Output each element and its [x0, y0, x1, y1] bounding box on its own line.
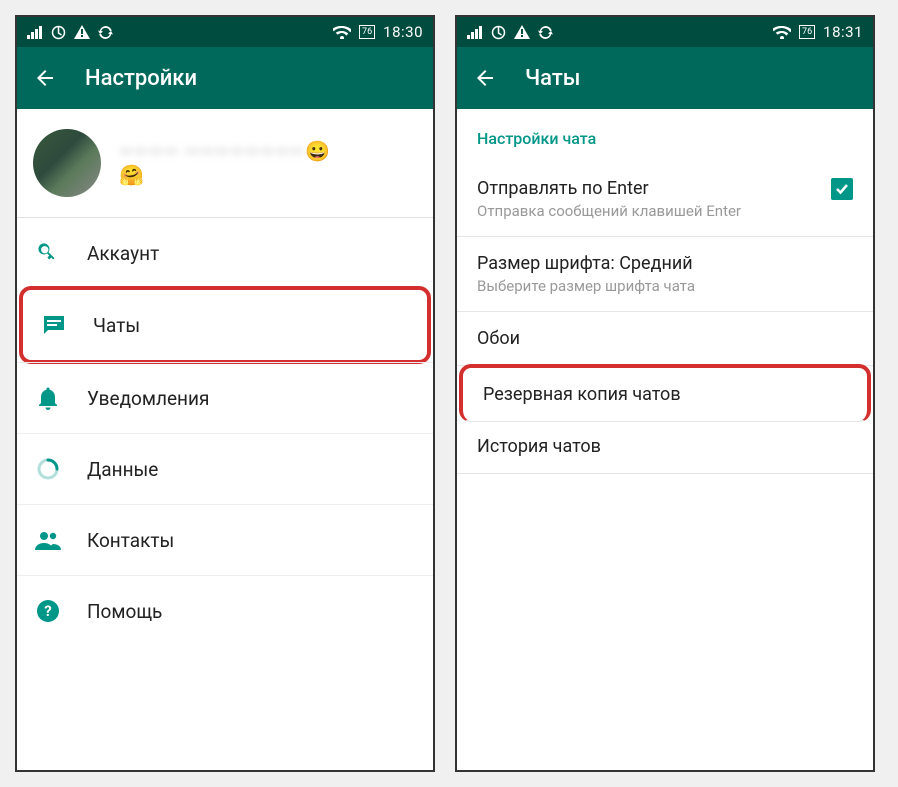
setting-history[interactable]: История чатов: [457, 420, 873, 474]
menu-label: Помощь: [87, 600, 162, 623]
svg-text:?: ?: [44, 602, 51, 620]
statusbar-time: 18:31: [823, 23, 863, 41]
battery-level: 76: [802, 28, 812, 37]
status-icon-1: [51, 25, 66, 40]
statusbar: 76 18:30: [17, 17, 433, 47]
appbar-title: Чаты: [525, 66, 581, 91]
help-icon: ?: [35, 598, 61, 624]
statusbar: 76 18:31: [457, 17, 873, 47]
contacts-icon: [35, 527, 61, 553]
setting-title: Обои: [477, 328, 853, 349]
chat-icon: [41, 312, 67, 338]
menu-label: Данные: [87, 458, 158, 481]
setting-wallpaper[interactable]: Обои: [457, 312, 873, 366]
setting-title: Отправлять по Enter: [477, 178, 741, 199]
menu-item-notifications[interactable]: Уведомления: [17, 362, 433, 433]
data-usage-icon: [35, 456, 61, 482]
profile-name: ———— ————————😀 🤗: [119, 139, 417, 187]
menu-item-help[interactable]: ? Помощь: [17, 575, 433, 646]
phone-settings: 76 18:30 Настройки ———— ————————😀 🤗 Акка…: [15, 15, 435, 772]
bell-icon: [35, 385, 61, 411]
warning-icon: [74, 25, 90, 39]
profile-row[interactable]: ———— ————————😀 🤗: [17, 109, 433, 218]
phone-chats-settings: 76 18:31 Чаты Настройки чата Отправлять …: [455, 15, 875, 772]
back-button[interactable]: [473, 66, 497, 90]
menu-item-contacts[interactable]: Контакты: [17, 504, 433, 575]
warning-icon: [514, 25, 530, 39]
menu-label: Чаты: [93, 314, 140, 337]
setting-subtitle: Отправка сообщений клавишей Enter: [477, 202, 741, 220]
section-header: Настройки чата: [457, 109, 873, 162]
setting-title: Резервная копия чатов: [483, 384, 847, 405]
statusbar-time: 18:30: [383, 23, 423, 41]
menu-label: Аккаунт: [87, 242, 159, 265]
key-icon: [35, 240, 61, 266]
checkbox-checked-icon[interactable]: [831, 178, 853, 200]
sync-icon: [98, 25, 113, 40]
back-button[interactable]: [33, 66, 57, 90]
appbar: Чаты: [457, 47, 873, 109]
setting-title: Размер шрифта: Средний: [477, 253, 853, 274]
setting-subtitle: Выберите размер шрифта чата: [477, 277, 777, 295]
menu-label: Контакты: [87, 529, 174, 552]
signal-icon: [27, 26, 43, 39]
menu-item-account[interactable]: Аккаунт: [17, 218, 433, 288]
battery-icon: 76: [799, 25, 815, 39]
status-icon-1: [491, 25, 506, 40]
battery-icon: 76: [359, 25, 375, 39]
setting-font-size[interactable]: Размер шрифта: Средний Выберите размер ш…: [457, 237, 873, 312]
wifi-icon: [773, 25, 791, 39]
signal-icon: [467, 26, 483, 39]
wifi-icon: [333, 25, 351, 39]
battery-level: 76: [362, 28, 372, 37]
setting-backup[interactable]: Резервная копия чатов: [459, 364, 871, 422]
menu-item-data[interactable]: Данные: [17, 433, 433, 504]
avatar: [33, 129, 101, 197]
sync-icon: [538, 25, 553, 40]
setting-enter-send[interactable]: Отправлять по Enter Отправка сообщений к…: [457, 162, 873, 237]
menu-label: Уведомления: [87, 387, 209, 410]
menu-item-chats[interactable]: Чаты: [19, 286, 431, 364]
setting-title: История чатов: [477, 436, 853, 457]
appbar-title: Настройки: [85, 66, 197, 91]
appbar: Настройки: [17, 47, 433, 109]
